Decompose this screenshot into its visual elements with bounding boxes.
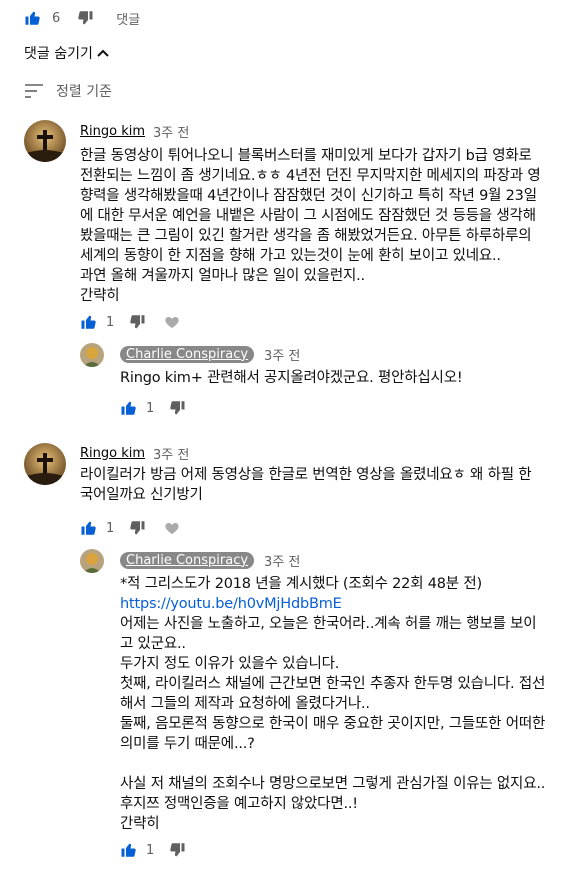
avatar-cross-image bbox=[24, 120, 66, 162]
thumb-down-icon bbox=[168, 399, 186, 417]
sort-icon bbox=[24, 83, 44, 99]
comment-line: 향력을 생각해봤을때 4년간이나 잠잠했던 것이 신기하고 특히 작년 9월 2… bbox=[80, 188, 537, 204]
show-less-link[interactable]: 간략히 bbox=[120, 814, 575, 834]
like-count: 1 bbox=[146, 400, 155, 416]
like-button[interactable] bbox=[24, 9, 42, 27]
reply-text: *적 그리스도가 2018 년을 계시했다 (조회수 22회 48분 전) ht… bbox=[120, 574, 575, 834]
reply-line: Ringo kim+ 관련해서 공지올려야겠군요. 평안하십시오! bbox=[120, 370, 463, 386]
reply-line: 해서 그들의 제작과 요청하에 올렸다거나.. bbox=[120, 696, 370, 712]
reply-time[interactable]: 3주 전 bbox=[264, 551, 300, 570]
dislike-button[interactable] bbox=[128, 313, 146, 331]
video-link[interactable]: https://youtu.be/h0vMjHdbBmE bbox=[120, 594, 575, 614]
thumb-down-icon bbox=[168, 841, 186, 859]
avatar-cross-image bbox=[24, 443, 66, 485]
like-button[interactable] bbox=[120, 841, 138, 859]
thumb-down-icon bbox=[128, 519, 146, 537]
reply-line: 둘째, 음모론적 동향으로 한국이 매우 중요한 곳이지만, 그들또한 어떠한 bbox=[120, 716, 546, 732]
comment-time[interactable]: 3주 전 bbox=[153, 122, 189, 141]
reply-actions: 1 bbox=[120, 398, 186, 418]
thumb-up-icon bbox=[120, 841, 138, 859]
like-count: 1 bbox=[106, 314, 115, 330]
dislike-button[interactable] bbox=[168, 399, 186, 417]
heart-button[interactable] bbox=[164, 314, 180, 330]
like-button[interactable] bbox=[80, 313, 98, 331]
avatar-portrait-image bbox=[80, 549, 104, 573]
comment-actions: 1 bbox=[80, 312, 180, 332]
comment-author[interactable]: Ringo kim bbox=[80, 446, 145, 461]
comment-line: 국어일까요 신기방기 bbox=[80, 487, 203, 503]
avatar[interactable] bbox=[24, 443, 66, 485]
heart-button[interactable] bbox=[164, 520, 180, 536]
comment-line: 봤을때는 큰 그림이 있긴 할거란 생각을 좀 해봤었거든요. 아무튼 하루하루… bbox=[80, 228, 532, 244]
sort-menu[interactable]: 정렬 기준 bbox=[24, 80, 112, 102]
reply-line: 두가지 정도 이유가 있을수 있습니다. bbox=[120, 656, 340, 672]
reply-time[interactable]: 3주 전 bbox=[264, 345, 300, 364]
reply-header: Charlie Conspiracy 3주 전 bbox=[120, 550, 300, 570]
like-count: 6 bbox=[52, 10, 61, 26]
comment-header: Ringo kim 3주 전 bbox=[80, 444, 189, 463]
comment-author[interactable]: Ringo kim bbox=[80, 124, 145, 139]
comment-line: 에 대한 무서운 예언을 내뱉은 사람이 그 시점에도 잠잠했던 것 등등을 생… bbox=[80, 208, 536, 224]
show-less-link[interactable]: 간략히 bbox=[80, 286, 570, 306]
comment-line: 라이킬러가 방금 어제 동영상을 한글로 번역한 영상을 올렸네요ㅎ 왜 하필 … bbox=[80, 467, 532, 483]
top-action-bar: 6 댓글 bbox=[24, 8, 140, 28]
reply-avatar[interactable] bbox=[80, 343, 104, 367]
heart-icon bbox=[164, 314, 180, 330]
reply-line: 첫째, 라이킬러스 채널에 근간보면 한국인 추종자 한두명 있습니다. 접선 bbox=[120, 676, 546, 692]
reply-header: Charlie Conspiracy 3주 전 bbox=[120, 344, 300, 364]
reply-line: *적 그리스도가 2018 년을 계시했다 (조회수 22회 48분 전) bbox=[120, 576, 482, 592]
avatar-portrait-image bbox=[80, 343, 104, 367]
reply-line: 고 있군요.. bbox=[120, 636, 186, 652]
comment-header: Ringo kim 3주 전 bbox=[80, 122, 189, 141]
comment-text: 라이킬러가 방금 어제 동영상을 한글로 번역한 영상을 올렸네요ㅎ 왜 하필 … bbox=[80, 465, 570, 505]
comment-line: 한글 동영상이 튀어나오니 블록버스터를 재미있게 보다가 갑자기 b급 영화로 bbox=[80, 148, 532, 164]
reply-line: 후지쯔 정맥인증을 예고하지 않았다면..! bbox=[120, 796, 358, 812]
thumb-up-icon bbox=[80, 313, 98, 331]
hide-replies-toggle[interactable]: 댓글 숨기기 bbox=[24, 43, 109, 63]
thumb-down-icon bbox=[76, 9, 94, 27]
dislike-button[interactable] bbox=[168, 841, 186, 859]
hide-replies-label: 댓글 숨기기 bbox=[24, 46, 93, 62]
reply-button[interactable]: 댓글 bbox=[116, 9, 140, 28]
thumb-up-icon bbox=[80, 519, 98, 537]
like-count: 1 bbox=[146, 842, 155, 858]
reply-text: Ringo kim+ 관련해서 공지올려야겠군요. 평안하십시오! bbox=[120, 368, 570, 388]
reply-actions: 1 bbox=[120, 840, 186, 860]
sort-label: 정렬 기준 bbox=[56, 84, 112, 100]
heart-icon bbox=[164, 520, 180, 536]
reply-avatar[interactable] bbox=[80, 549, 104, 573]
comment-actions: 1 bbox=[80, 518, 180, 538]
reply-line: 어제는 사진을 노출하고, 오늘은 한국어라..계속 허를 깨는 행보를 보이 bbox=[120, 616, 537, 632]
thumb-up-icon bbox=[120, 399, 138, 417]
comment-text: 한글 동영상이 튀어나오니 블록버스터를 재미있게 보다가 갑자기 b급 영화로… bbox=[80, 146, 570, 306]
dislike-button[interactable] bbox=[128, 519, 146, 537]
comment-time[interactable]: 3주 전 bbox=[153, 444, 189, 463]
reply-author-badge[interactable]: Charlie Conspiracy bbox=[120, 551, 255, 569]
like-button[interactable] bbox=[120, 399, 138, 417]
comment-line: 과연 올해 겨울까지 얼마나 많은 일이 있을런지.. bbox=[80, 268, 365, 284]
like-count: 1 bbox=[106, 520, 115, 536]
comment-line: 세계의 동향이 한 지점을 향해 가고 있는것이 눈에 환히 보이고 있네요.. bbox=[80, 248, 501, 264]
reply-author-badge[interactable]: Charlie Conspiracy bbox=[120, 345, 255, 363]
thumb-up-icon bbox=[24, 9, 42, 27]
thumb-down-icon bbox=[128, 313, 146, 331]
avatar[interactable] bbox=[24, 120, 66, 162]
reply-line: 의미를 두기 때문에...? bbox=[120, 736, 255, 752]
like-button[interactable] bbox=[80, 519, 98, 537]
chevron-up-icon bbox=[97, 48, 109, 58]
dislike-button[interactable] bbox=[76, 9, 94, 27]
reply-line: 사실 저 채널의 조회수나 명망으로보면 그렇게 관심가질 이유는 없지요.. bbox=[120, 776, 546, 792]
comment-line: 전환되는 느낌이 좀 생기네요.ㅎㅎ 4년전 던진 무지막지한 메세지의 파장과… bbox=[80, 168, 541, 184]
